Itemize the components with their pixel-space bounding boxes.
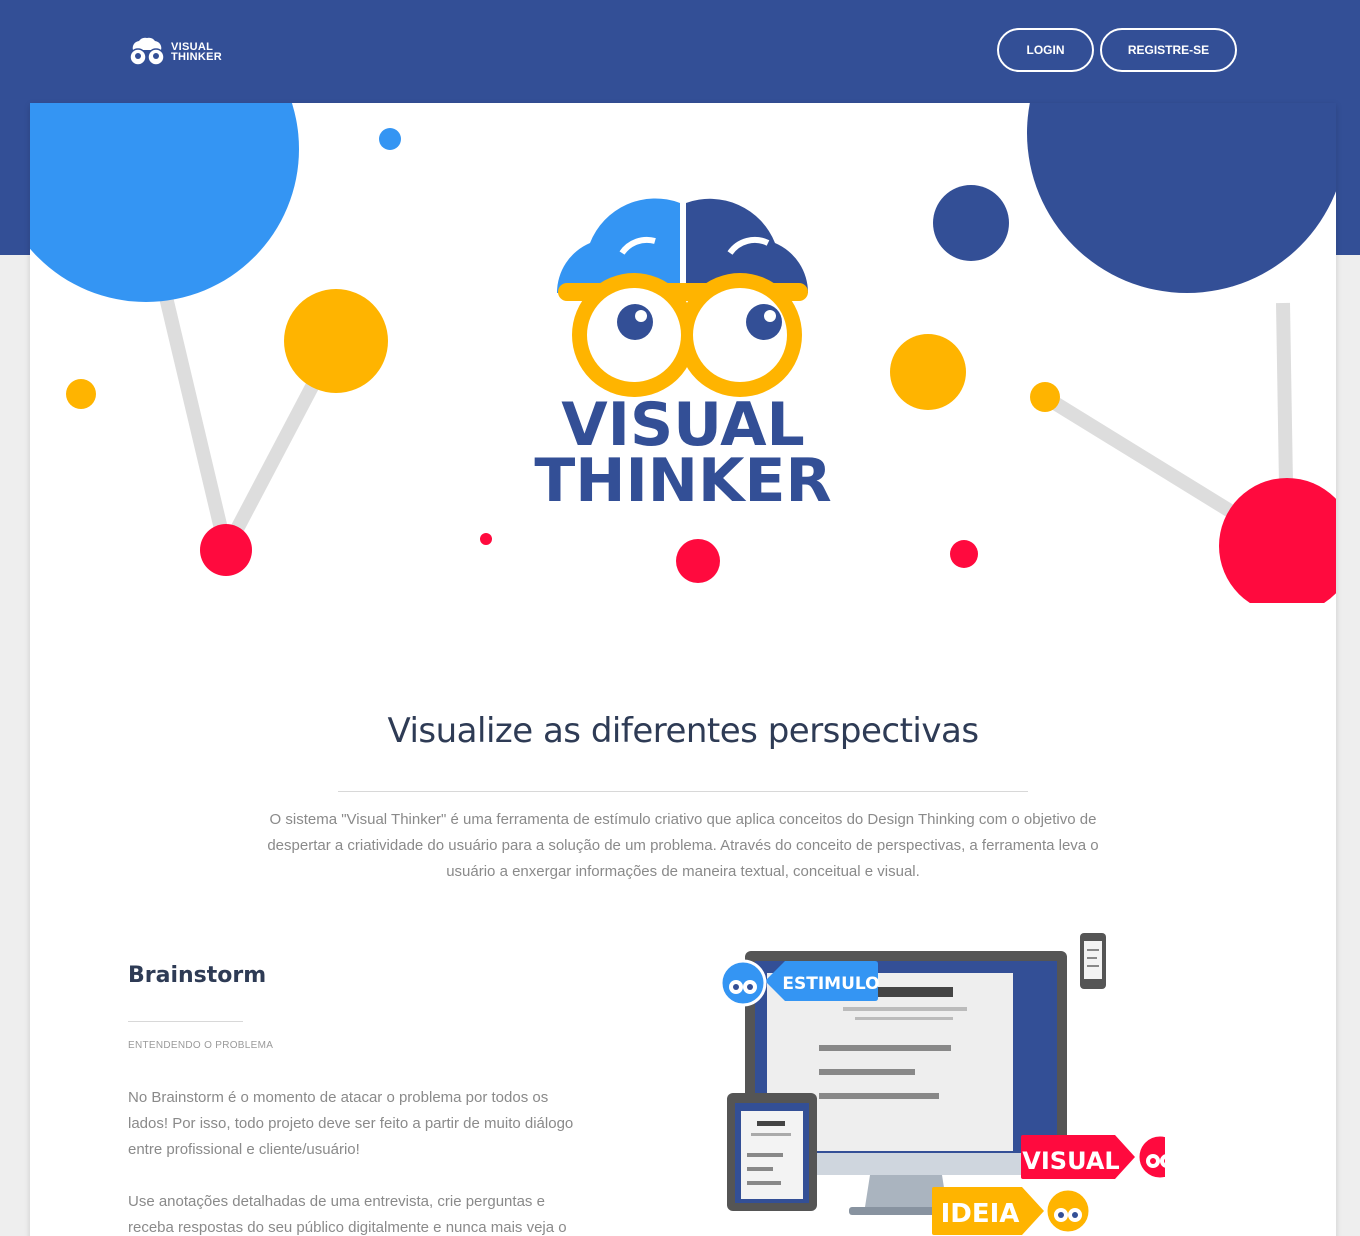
bubble-red-large — [1219, 478, 1336, 614]
hero-logo-line2: THINKER — [534, 446, 831, 516]
nav-logo-text: VISUAL THINKER — [171, 42, 222, 63]
idea-tag: IDEIA — [932, 1187, 1092, 1235]
hero-section: VISUAL THINKER — [30, 103, 1336, 614]
intro-text: O sistema "Visual Thinker" é uma ferrame… — [267, 811, 1099, 880]
brainstorm-subtitle: ENTENDENDO O PROBLEMA — [128, 1040, 274, 1051]
brainstorm-title: Brainstorm — [128, 963, 267, 988]
brainstorm-paragraph-2: Use anotações detalhadas de uma entrevis… — [128, 1193, 567, 1236]
register-button[interactable]: REGISTRE-SE — [1100, 28, 1237, 72]
bubble-blue-small — [379, 128, 401, 150]
login-button[interactable]: LOGIN — [997, 28, 1094, 72]
hero-illustration: VISUAL THINKER — [30, 103, 1336, 614]
bubble-red-tiny — [480, 533, 492, 545]
section-title: Visualize as diferentes perspectivas — [387, 711, 979, 751]
hero-logo-icon — [556, 198, 809, 397]
bubble-navy-large — [1027, 103, 1336, 293]
main-card: VISUAL THINKER Visualize as diferentes p… — [30, 103, 1336, 1236]
bubble-red — [676, 539, 720, 583]
top-navigation: VISUAL THINKER LOGIN REGISTRE-SE — [0, 0, 1360, 100]
tablet-icon — [727, 1093, 817, 1211]
bubble-yellow-small — [1030, 382, 1060, 412]
bubble-yellow — [284, 289, 388, 393]
stimulus-tag: ESTIMULO — [719, 959, 880, 1007]
brainstorm-paragraph-1: No Brainstorm é o momento de atacar o pr… — [128, 1089, 574, 1158]
visual-tag-label: VISUAL — [1022, 1147, 1119, 1175]
phone-icon — [1080, 933, 1106, 989]
bubble-red — [200, 524, 252, 576]
brain-glasses-icon — [129, 37, 165, 66]
nav-logo-line2: THINKER — [171, 51, 222, 63]
visual-tag: VISUAL — [1021, 1133, 1184, 1181]
bubble-blue-large — [30, 103, 299, 302]
connector-line — [158, 291, 233, 552]
bubble-red-small — [950, 540, 978, 568]
bubble-navy — [933, 185, 1009, 261]
idea-tag-label: IDEIA — [941, 1199, 1020, 1229]
nav-logo[interactable]: VISUAL THINKER — [127, 36, 222, 68]
section-divider — [338, 791, 1028, 792]
bubble-yellow — [890, 334, 966, 410]
brainstorm-divider — [128, 1021, 243, 1022]
bubble-yellow-small — [66, 379, 96, 409]
stimulus-tag-label: ESTIMULO — [782, 974, 879, 994]
